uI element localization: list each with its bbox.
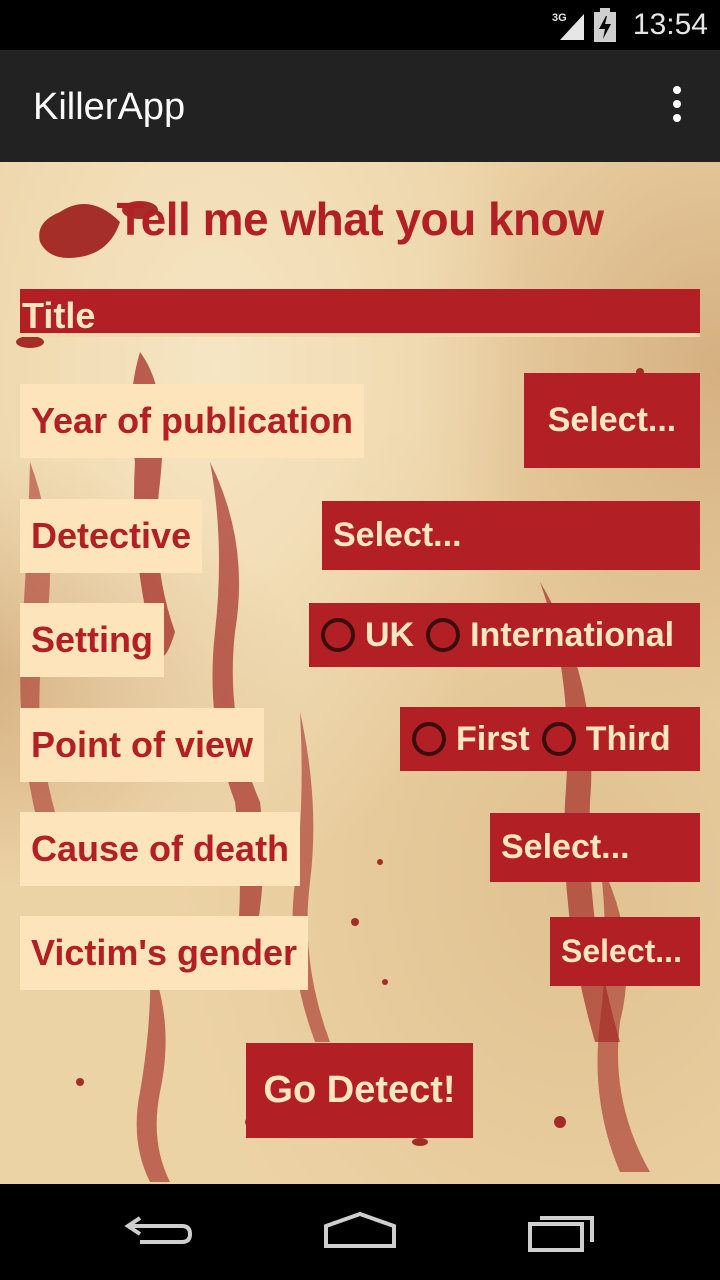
pov-option-first[interactable]: First xyxy=(412,720,530,759)
radio-button-icon[interactable] xyxy=(321,618,355,652)
page-heading: Tell me what you know xyxy=(116,193,604,245)
pov-label: Point of view xyxy=(20,708,265,782)
setting-option-international[interactable]: International xyxy=(426,616,674,655)
status-time: 13:54 xyxy=(632,8,708,41)
radio-button-icon[interactable] xyxy=(426,618,461,652)
status-bar: 3G 13:54 xyxy=(0,0,720,50)
pov-radio-group: First Third xyxy=(400,707,700,771)
pov-option-label: First xyxy=(456,719,530,758)
signal-3g-icon: 3G xyxy=(552,12,584,40)
cause-label: Cause of death xyxy=(20,812,301,886)
setting-option-label: UK xyxy=(365,615,415,654)
pov-option-third[interactable]: Third xyxy=(541,719,671,759)
pov-option-label: Third xyxy=(585,719,671,758)
cause-select-button[interactable]: Select... xyxy=(490,813,700,882)
gender-label: Victim's gender xyxy=(20,916,308,990)
network-type: 3G xyxy=(552,12,567,24)
title-input-label: Title xyxy=(22,295,96,336)
year-label: Year of publication xyxy=(20,384,365,458)
overflow-menu-icon[interactable] xyxy=(662,86,692,130)
home-icon[interactable] xyxy=(322,1210,398,1250)
go-detect-button[interactable]: Go Detect! xyxy=(246,1043,473,1138)
app-title: KillerApp xyxy=(33,86,186,128)
action-bar: KillerApp xyxy=(0,50,720,162)
setting-option-uk[interactable]: UK xyxy=(321,616,414,655)
setting-option-label: International xyxy=(470,615,675,654)
back-icon[interactable] xyxy=(124,1210,196,1250)
year-select-button[interactable]: Select... xyxy=(524,373,700,468)
form-content: Tell me what you know Title Year of publ… xyxy=(0,162,720,1184)
setting-radio-group: UK International xyxy=(309,603,700,667)
detective-select-button[interactable]: Select... xyxy=(322,501,700,570)
recents-icon[interactable] xyxy=(526,1210,598,1254)
detective-label: Detective xyxy=(20,499,203,573)
battery-charging-icon xyxy=(594,8,616,42)
radio-button-icon[interactable] xyxy=(541,722,576,756)
navigation-bar xyxy=(0,1184,720,1280)
title-input[interactable]: Title xyxy=(20,289,700,337)
gender-select-button[interactable]: Select... xyxy=(550,917,700,986)
setting-label: Setting xyxy=(20,603,164,677)
radio-button-icon[interactable] xyxy=(412,722,446,756)
